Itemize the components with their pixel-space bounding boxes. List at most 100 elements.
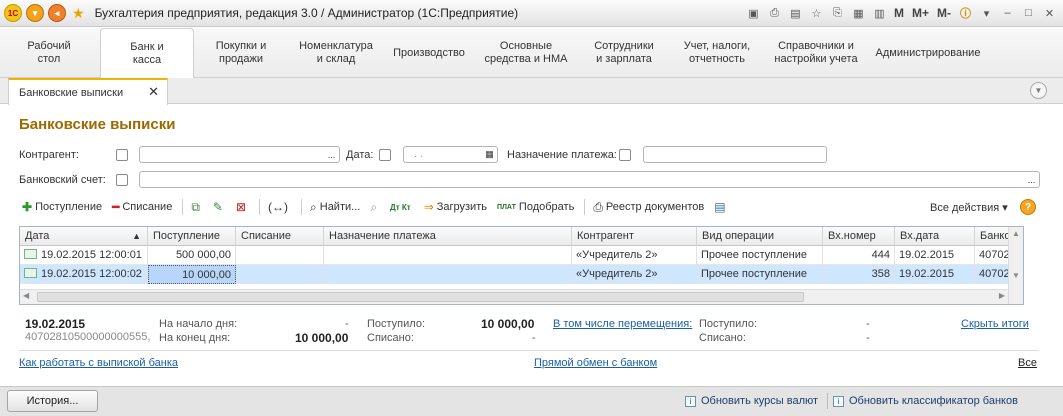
registry-button[interactable]: ⎙ Реестр документов: [593, 200, 704, 215]
writeoff-button[interactable]: ━ Списание: [112, 200, 172, 214]
app-logo-icon[interactable]: 1С: [4, 4, 22, 22]
scroll-down-icon[interactable]: ▼: [1012, 271, 1020, 280]
preview-icon[interactable]: ▤: [786, 4, 805, 22]
save-icon[interactable]: ▣: [744, 4, 763, 22]
chevron-down-icon[interactable]: ▼: [1030, 82, 1047, 99]
calendar-icon[interactable]: ▥: [870, 4, 889, 22]
bank-account-field[interactable]: ...: [139, 171, 1040, 188]
memory-plus-button[interactable]: M+: [909, 6, 932, 20]
cell-bank-account: 4070281: [975, 246, 1010, 265]
horizontal-scrollbar[interactable]: ◀ ▶: [20, 289, 1023, 304]
vertical-scrollbar[interactable]: ▲ ▼: [1008, 227, 1023, 304]
close-icon[interactable]: ✕: [148, 84, 159, 100]
history-button[interactable]: История...: [7, 390, 98, 412]
minimize-icon[interactable]: –: [998, 4, 1017, 22]
dt-kt-button[interactable]: Дт Кт: [390, 203, 414, 212]
transfers-link[interactable]: В том числе перемещения:: [553, 318, 692, 330]
update-banks-link[interactable]: i Обновить классификатор банков: [833, 395, 1018, 407]
chevron-down-icon[interactable]: ▾: [977, 4, 996, 22]
counterparty-checkbox[interactable]: [116, 149, 128, 161]
howto-link[interactable]: Как работать с выпиской банка: [19, 357, 178, 369]
pencil-icon: ✎: [212, 200, 223, 214]
scroll-left-icon[interactable]: ◀: [23, 291, 29, 300]
scroll-thumb[interactable]: [37, 292, 804, 302]
scroll-right-icon[interactable]: ▶: [999, 291, 1005, 300]
column-receipt[interactable]: Поступление: [148, 227, 236, 246]
purpose-label: Назначение платежа:: [507, 149, 617, 161]
table-row[interactable]: 19.02.2015 12:00:01 500 000,00 «Учредите…: [20, 246, 1023, 265]
help-icon[interactable]: ?: [1020, 199, 1036, 215]
plus-icon: ✚: [22, 200, 33, 214]
posted-document-icon: [24, 268, 37, 279]
edit-button[interactable]: ✎: [213, 200, 226, 214]
find-button[interactable]: ⌕ Найти...: [310, 200, 360, 215]
direct-exchange-link[interactable]: Прямой обмен с банком: [534, 357, 657, 369]
purpose-field[interactable]: [643, 146, 827, 163]
favorites-star-icon[interactable]: ★: [72, 5, 85, 22]
section-production[interactable]: Производство: [386, 28, 472, 78]
update-rates-link[interactable]: i Обновить курсы валют: [685, 395, 818, 407]
print-icon[interactable]: ⎙: [765, 4, 784, 22]
cell-receipt: 10 000,00: [148, 265, 236, 284]
add-favorite-icon[interactable]: ☆: [807, 4, 826, 22]
tab-bank-statements[interactable]: Банковские выписки ✕: [8, 78, 168, 105]
calendar-icon[interactable]: ▦: [482, 147, 497, 162]
section-taxes[interactable]: Учет, налоги, отчетность: [672, 28, 762, 78]
column-bank-account[interactable]: Банковс: [975, 227, 1010, 246]
memory-minus-button[interactable]: M-: [934, 6, 954, 20]
select-button[interactable]: ПЛАТ Подобрать: [497, 201, 574, 213]
select-button[interactable]: ...: [1024, 172, 1039, 187]
status-bar: История... i Обновить курсы валют i Обнови…: [0, 386, 1063, 416]
calculator-icon[interactable]: ▦: [849, 4, 868, 22]
home-icon[interactable]: ◂: [48, 4, 66, 22]
column-date[interactable]: Дата ▲: [20, 227, 148, 246]
column-counterparty[interactable]: Контрагент: [572, 227, 697, 246]
delete-button[interactable]: ⊠: [236, 200, 249, 214]
counterparty-field[interactable]: ...: [139, 146, 340, 163]
section-fixed-assets[interactable]: Основные средства и НМА: [478, 28, 574, 78]
link-icon[interactable]: ⎘: [828, 4, 847, 22]
table-row-selected[interactable]: 19.02.2015 12:00:02 10 000,00 «Учредител…: [20, 265, 1023, 284]
cancel-search-button[interactable]: ⌕: [370, 200, 380, 215]
list-settings-button[interactable]: ▤: [714, 200, 728, 214]
cell-purpose: [324, 246, 572, 265]
section-purchases[interactable]: Покупки и продажи: [200, 28, 282, 78]
section-bank[interactable]: Банк и касса: [100, 28, 194, 79]
copy-button[interactable]: ⧉: [191, 200, 203, 215]
close-icon[interactable]: ✕: [1040, 4, 1059, 22]
arrows-button[interactable]: (↔): [268, 200, 291, 214]
minus-icon: ━: [112, 200, 120, 214]
purpose-checkbox[interactable]: [619, 149, 631, 161]
column-purpose[interactable]: Назначение платежа: [324, 227, 572, 246]
arrows-icon: (↔): [268, 200, 289, 214]
main-menu-icon[interactable]: ▾: [26, 4, 44, 22]
load-button[interactable]: ⇒ Загрузить: [424, 200, 487, 214]
all-link[interactable]: Все: [1018, 357, 1037, 369]
search-icon: ⌕: [310, 199, 317, 214]
maximize-icon[interactable]: □: [1019, 4, 1038, 22]
section-employees[interactable]: Сотрудники и зарплата: [582, 28, 666, 78]
section-admin[interactable]: Администрирование: [870, 28, 986, 78]
hide-totals-link[interactable]: Скрыть итоги: [961, 318, 1029, 330]
all-actions-button[interactable]: Все действия ▾: [930, 201, 1008, 214]
dt-kt-icon: Дт Кт: [390, 202, 411, 212]
section-desktop[interactable]: Рабочий стол: [8, 28, 90, 78]
date-field[interactable]: . . ▦: [403, 146, 498, 163]
end-label: На конец дня:: [159, 332, 231, 344]
cell-operation: Прочее поступление: [697, 246, 823, 265]
scroll-up-icon[interactable]: ▲: [1012, 229, 1020, 238]
date-checkbox[interactable]: [379, 149, 391, 161]
info-icon[interactable]: ⓘ: [956, 4, 975, 22]
select-button[interactable]: ...: [324, 147, 339, 162]
column-in-date[interactable]: Вх.дата: [895, 227, 975, 246]
column-operation[interactable]: Вид операции: [697, 227, 823, 246]
receipt-button[interactable]: ✚ Поступление: [22, 200, 102, 214]
bank-account-checkbox[interactable]: [116, 174, 128, 186]
section-references[interactable]: Справочники и настройки учета: [766, 28, 866, 78]
column-in-number[interactable]: Вх.номер: [823, 227, 895, 246]
toolbar-separator: [182, 199, 184, 215]
cell-date: 19.02.2015 12:00:02: [20, 265, 148, 284]
memory-button[interactable]: M: [891, 6, 907, 20]
section-nomenclature[interactable]: Номенклатура и склад: [290, 28, 382, 78]
column-writeoff[interactable]: Списание: [236, 227, 324, 246]
